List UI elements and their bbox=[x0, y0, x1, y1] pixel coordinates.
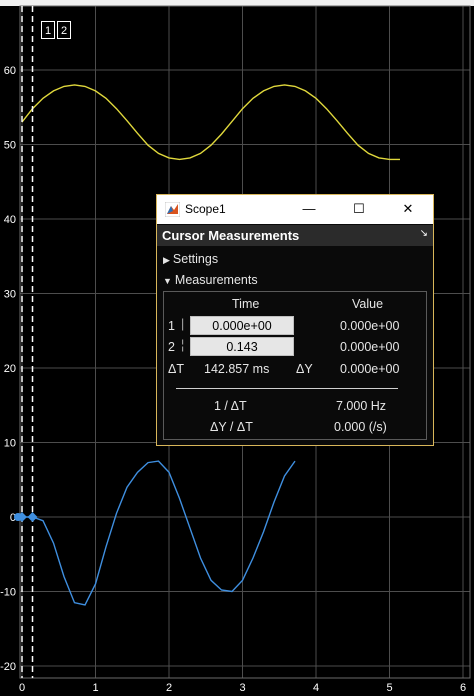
x-tick-label: 1 bbox=[92, 682, 98, 694]
expand-arrow-icon: ▶ bbox=[163, 255, 170, 265]
x-tick-label: 4 bbox=[313, 682, 319, 694]
y-tick-label: -10 bbox=[0, 587, 16, 599]
x-tick-label: 6 bbox=[460, 682, 466, 694]
y-tick-label: 60 bbox=[4, 65, 16, 77]
y-tick-label: -20 bbox=[0, 661, 16, 673]
delta-y-value: 0.000e+00 bbox=[340, 362, 400, 376]
time-column-header: Time bbox=[232, 297, 260, 311]
cursor-2-line-icon: ¦ bbox=[181, 338, 185, 352]
settings-label: Settings bbox=[172, 252, 219, 266]
delta-t-value: 142.857 ms bbox=[204, 362, 270, 376]
cursor-tag-1[interactable]: 1 bbox=[41, 21, 55, 39]
measurements-label: Measurements bbox=[174, 273, 258, 287]
maximize-button[interactable]: ☐ bbox=[348, 199, 370, 219]
slope-label: ΔY / ΔT bbox=[210, 420, 253, 434]
cursor-marker-left bbox=[14, 513, 22, 521]
delta-y-label: ΔY bbox=[296, 362, 313, 376]
value-column-header: Value bbox=[352, 297, 384, 311]
minimize-button[interactable]: — bbox=[298, 199, 320, 219]
signal-2-line bbox=[22, 460, 296, 606]
cursor-tag-2[interactable]: 2 bbox=[57, 21, 71, 39]
cursor-1-time-field[interactable]: 0.000e+00 bbox=[190, 316, 294, 335]
y-tick-label: 40 bbox=[4, 214, 16, 226]
separator bbox=[176, 388, 398, 389]
cursor-1-label: 1 bbox=[168, 319, 175, 333]
collapse-arrow-icon: ▼ bbox=[163, 276, 172, 286]
matlab-icon bbox=[165, 202, 180, 217]
inverse-delta-t-value: 7.000 Hz bbox=[336, 399, 387, 413]
cursor-measurements-dialog: Scope1 — ☐ ✕ Cursor Measurements ↘ ▶ Sett… bbox=[156, 194, 434, 446]
cursor-2-label: 2 bbox=[168, 340, 175, 354]
cursor-2-time-field[interactable]: 0.143 bbox=[190, 337, 294, 356]
cursor-2-value: 0.000e+00 bbox=[340, 340, 400, 354]
panel-title: Cursor Measurements bbox=[162, 228, 300, 243]
cursor-1-value: 0.000e+00 bbox=[340, 319, 400, 333]
scope-window: 0 1 2 3 4 5 6 -20 -10 0 10 20 30 40 50 60 1 2 Scope1 — … bbox=[0, 0, 474, 696]
settings-section[interactable]: ▶ Settings bbox=[163, 252, 218, 266]
y-tick-label: 20 bbox=[4, 363, 16, 375]
x-tick-label: 5 bbox=[386, 682, 392, 694]
measurements-section[interactable]: ▼ Measurements bbox=[163, 273, 258, 287]
close-button[interactable]: ✕ bbox=[397, 199, 419, 219]
y-tick-label: 50 bbox=[4, 140, 16, 152]
inverse-delta-t-label: 1 / ΔT bbox=[214, 399, 247, 413]
measurements-panel: Time Value 1 | 0.000e+00 0.000e+00 2 ¦ 0… bbox=[163, 291, 427, 440]
delta-t-label: ΔT bbox=[168, 362, 184, 376]
x-tick-label: 2 bbox=[166, 682, 172, 694]
title-bar[interactable]: Scope1 — ☐ ✕ bbox=[157, 195, 433, 224]
slope-value: 0.000 (/s) bbox=[334, 420, 387, 434]
y-tick-label: 10 bbox=[4, 438, 16, 450]
x-tick-label: 0 bbox=[19, 682, 25, 694]
x-tick-label: 3 bbox=[239, 682, 245, 694]
window-title: Scope1 bbox=[185, 202, 226, 216]
cursor-1-line-icon: | bbox=[181, 317, 185, 331]
cursor-measurements-header: Cursor Measurements ↘ bbox=[157, 225, 433, 246]
undock-icon[interactable]: ↘ bbox=[420, 228, 428, 239]
y-tick-label: 30 bbox=[4, 289, 16, 301]
cursor-2-marker bbox=[27, 512, 38, 522]
signal-1-line bbox=[21, 84, 400, 161]
